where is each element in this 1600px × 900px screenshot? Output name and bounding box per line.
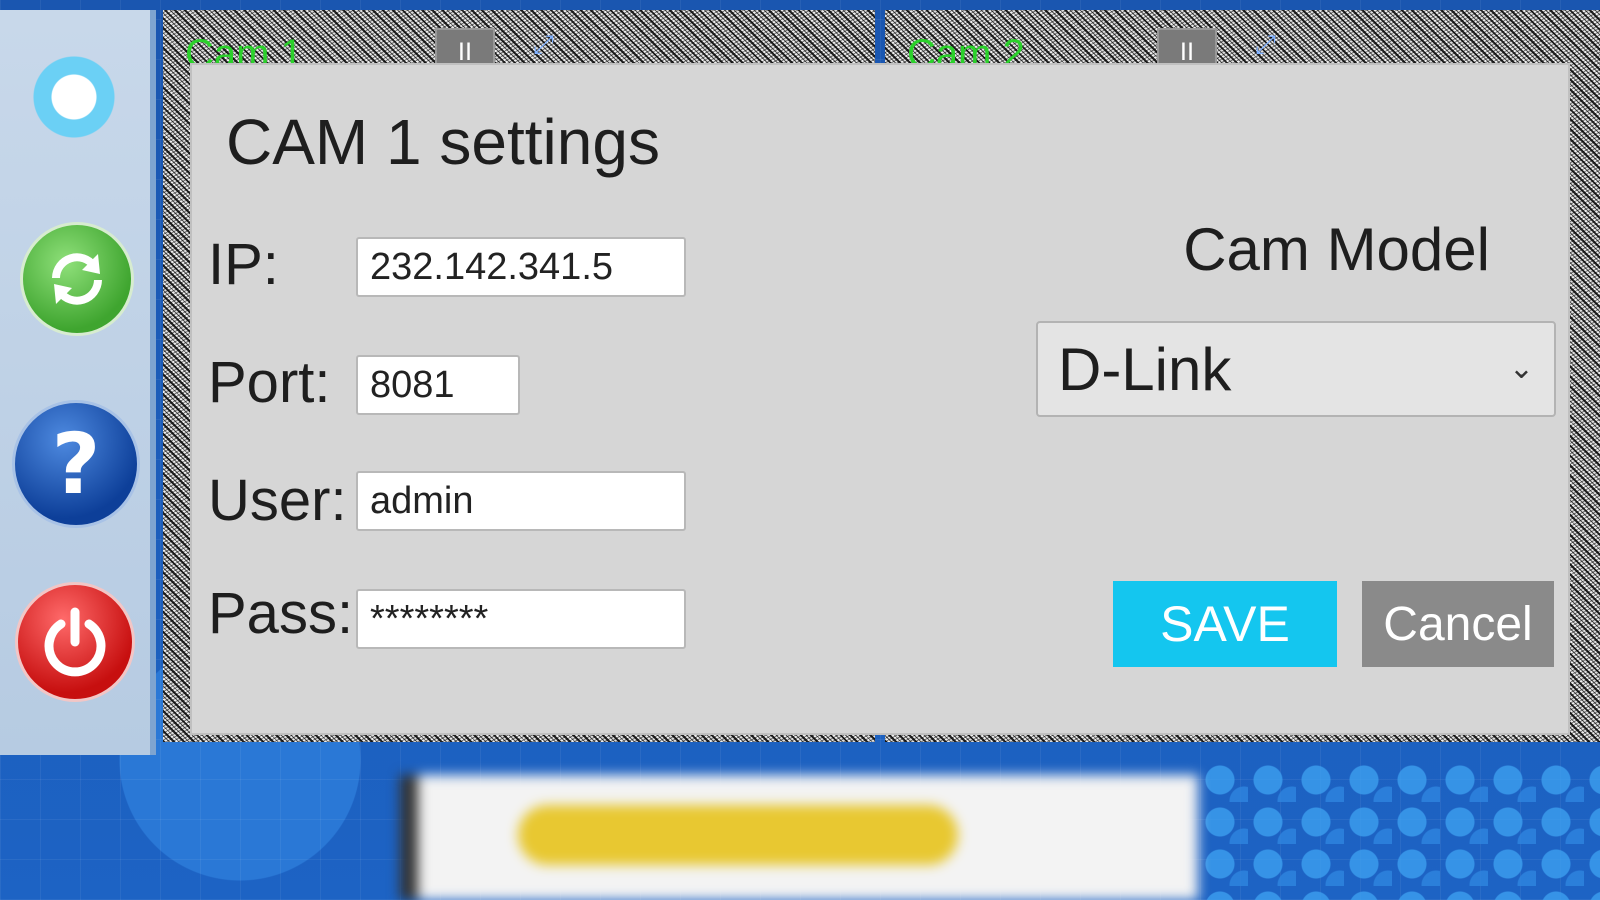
- ad-banner-bar: [518, 805, 958, 865]
- ip-input[interactable]: [356, 237, 686, 297]
- power-icon: [44, 607, 106, 677]
- chevron-down-icon: ⌄: [1508, 352, 1534, 385]
- cam-settings-dialog: CAM 1 settings IP: Port: User: Pass: Cam…: [190, 63, 1570, 735]
- port-label: Port:: [208, 350, 331, 415]
- user-label: User:: [208, 468, 347, 533]
- power-button[interactable]: [15, 582, 135, 702]
- save-button[interactable]: SAVE: [1113, 581, 1337, 667]
- cancel-button[interactable]: Cancel: [1362, 581, 1554, 667]
- port-input[interactable]: [356, 355, 520, 415]
- cam-model-select[interactable]: D-Link ⌄: [1036, 321, 1556, 417]
- cam-model-label: Cam Model: [1183, 216, 1490, 283]
- ad-banner[interactable]: [400, 775, 1198, 900]
- refresh-button[interactable]: [20, 222, 134, 336]
- settings-button[interactable]: [15, 38, 133, 156]
- expand-icon[interactable]: ⤢: [1255, 30, 1276, 61]
- sidebar: ?: [0, 10, 156, 755]
- cam-model-value: D-Link: [1058, 335, 1232, 403]
- hex-pattern: [1200, 760, 1600, 900]
- ip-label: IP:: [208, 232, 279, 297]
- refresh-icon: [52, 253, 102, 305]
- help-icon: ?: [51, 415, 101, 513]
- pass-input[interactable]: [356, 589, 686, 649]
- user-input[interactable]: [356, 471, 686, 531]
- gear-icon: [15, 38, 133, 156]
- expand-icon[interactable]: ⤢: [533, 30, 554, 61]
- dialog-title: CAM 1 settings: [226, 106, 660, 178]
- help-button[interactable]: ?: [12, 400, 140, 528]
- pass-label: Pass:: [208, 581, 354, 646]
